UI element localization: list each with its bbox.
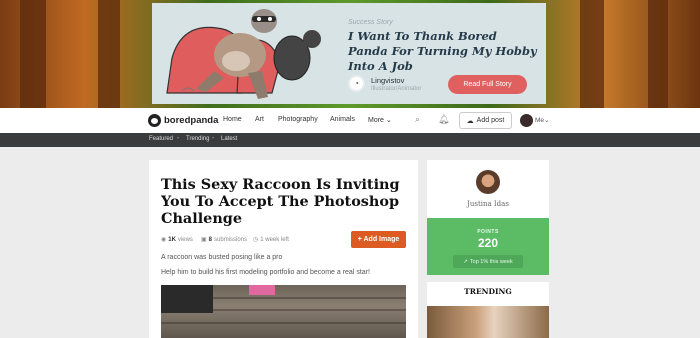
nav-link-photography[interactable]: Photography — [278, 116, 318, 123]
trending-title: TRENDING — [464, 287, 512, 296]
add-image-button[interactable]: + Add Image — [351, 231, 406, 248]
post-title: This Sexy Raccoon Is Inviting You To Acc… — [161, 176, 400, 227]
profile-avatar[interactable] — [476, 170, 500, 194]
nav-link-art[interactable]: Art — [255, 116, 264, 123]
nav-link-home[interactable]: Home — [223, 116, 242, 123]
image-icon: ▣ — [201, 237, 207, 243]
top-percent-badge[interactable]: ↗ Top 1% this week — [453, 255, 523, 268]
photo-detail — [161, 285, 213, 313]
profile-name[interactable]: Justina Idas — [427, 200, 549, 208]
tree-trunk — [98, 0, 120, 108]
post-subdescription: Help him to build his first modeling por… — [161, 269, 370, 276]
logo-text: boredpanda — [164, 115, 219, 126]
raccoon-illustration — [152, 3, 337, 104]
profile-card: Justina Idas — [427, 160, 549, 218]
nav-link-more[interactable]: More ⌄ — [368, 116, 392, 124]
trending-thumbnail[interactable] — [427, 306, 549, 338]
points-panel: POINTS 220 ↗ Top 1% this week — [427, 218, 549, 275]
clock-icon: ◷ — [253, 237, 259, 243]
add-post-button[interactable]: ☁ Add post — [459, 112, 512, 129]
post-description: A raccoon was busted posing like a pro — [161, 254, 283, 261]
chevron-down-icon: ⌄ — [385, 117, 392, 124]
subnav-trending[interactable]: Trending — [186, 136, 209, 142]
author-avatar: ◔ — [348, 75, 365, 92]
subnav-featured[interactable]: Featured — [149, 136, 173, 142]
tree-trunk — [20, 0, 46, 108]
time-left-meta: ◷ 1 week left — [253, 236, 289, 244]
ad-author: Lingvistov — [371, 76, 405, 85]
ad-kicker: Success Story — [348, 19, 393, 26]
me-menu[interactable]: Me⌄ — [535, 116, 549, 124]
sub-navigation: Featured • Trending • Latest — [0, 133, 700, 147]
photo-detail — [249, 285, 275, 295]
points-label: POINTS — [477, 229, 499, 235]
raccoon-photo[interactable] — [161, 285, 406, 338]
submissions-meta: ▣ 8 submissions — [201, 236, 248, 244]
notifications-icon[interactable]: 🔔︎ — [438, 114, 449, 125]
separator-dot: • — [212, 136, 215, 142]
user-avatar[interactable] — [520, 114, 533, 127]
ad-title[interactable]: I Want To Thank Bored Panda For Turning … — [348, 29, 538, 74]
tree-trunk — [580, 0, 604, 108]
nav-link-animals[interactable]: Animals — [330, 116, 355, 123]
separator-dot: • — [177, 136, 180, 142]
logo[interactable]: boredpanda — [148, 114, 218, 127]
eye-icon: ◉ — [161, 237, 167, 243]
cloud-upload-icon: ☁ — [466, 117, 474, 125]
ad-author-role: Illustrator/Animator — [371, 86, 422, 92]
panda-logo-icon — [148, 114, 161, 127]
views-meta: ◉ 1K views — [161, 236, 193, 244]
post-card: This Sexy Raccoon Is Inviting You To Acc… — [149, 160, 418, 338]
tree-trunk — [648, 0, 668, 108]
trending-panel: TRENDING — [427, 282, 549, 338]
chevron-down-icon: ⌄ — [544, 117, 550, 124]
read-full-story-button[interactable]: Read Full Story — [448, 75, 527, 94]
points-value: 220 — [477, 236, 499, 250]
trend-up-icon: ↗ — [463, 258, 468, 265]
subnav-latest[interactable]: Latest — [221, 136, 237, 142]
ad-banner[interactable]: Success Story I Want To Thank Bored Pand… — [152, 3, 546, 104]
search-icon[interactable]: ⌕ — [415, 114, 420, 125]
top-navigation: boredpanda Home Art Photography Animals … — [0, 108, 700, 133]
